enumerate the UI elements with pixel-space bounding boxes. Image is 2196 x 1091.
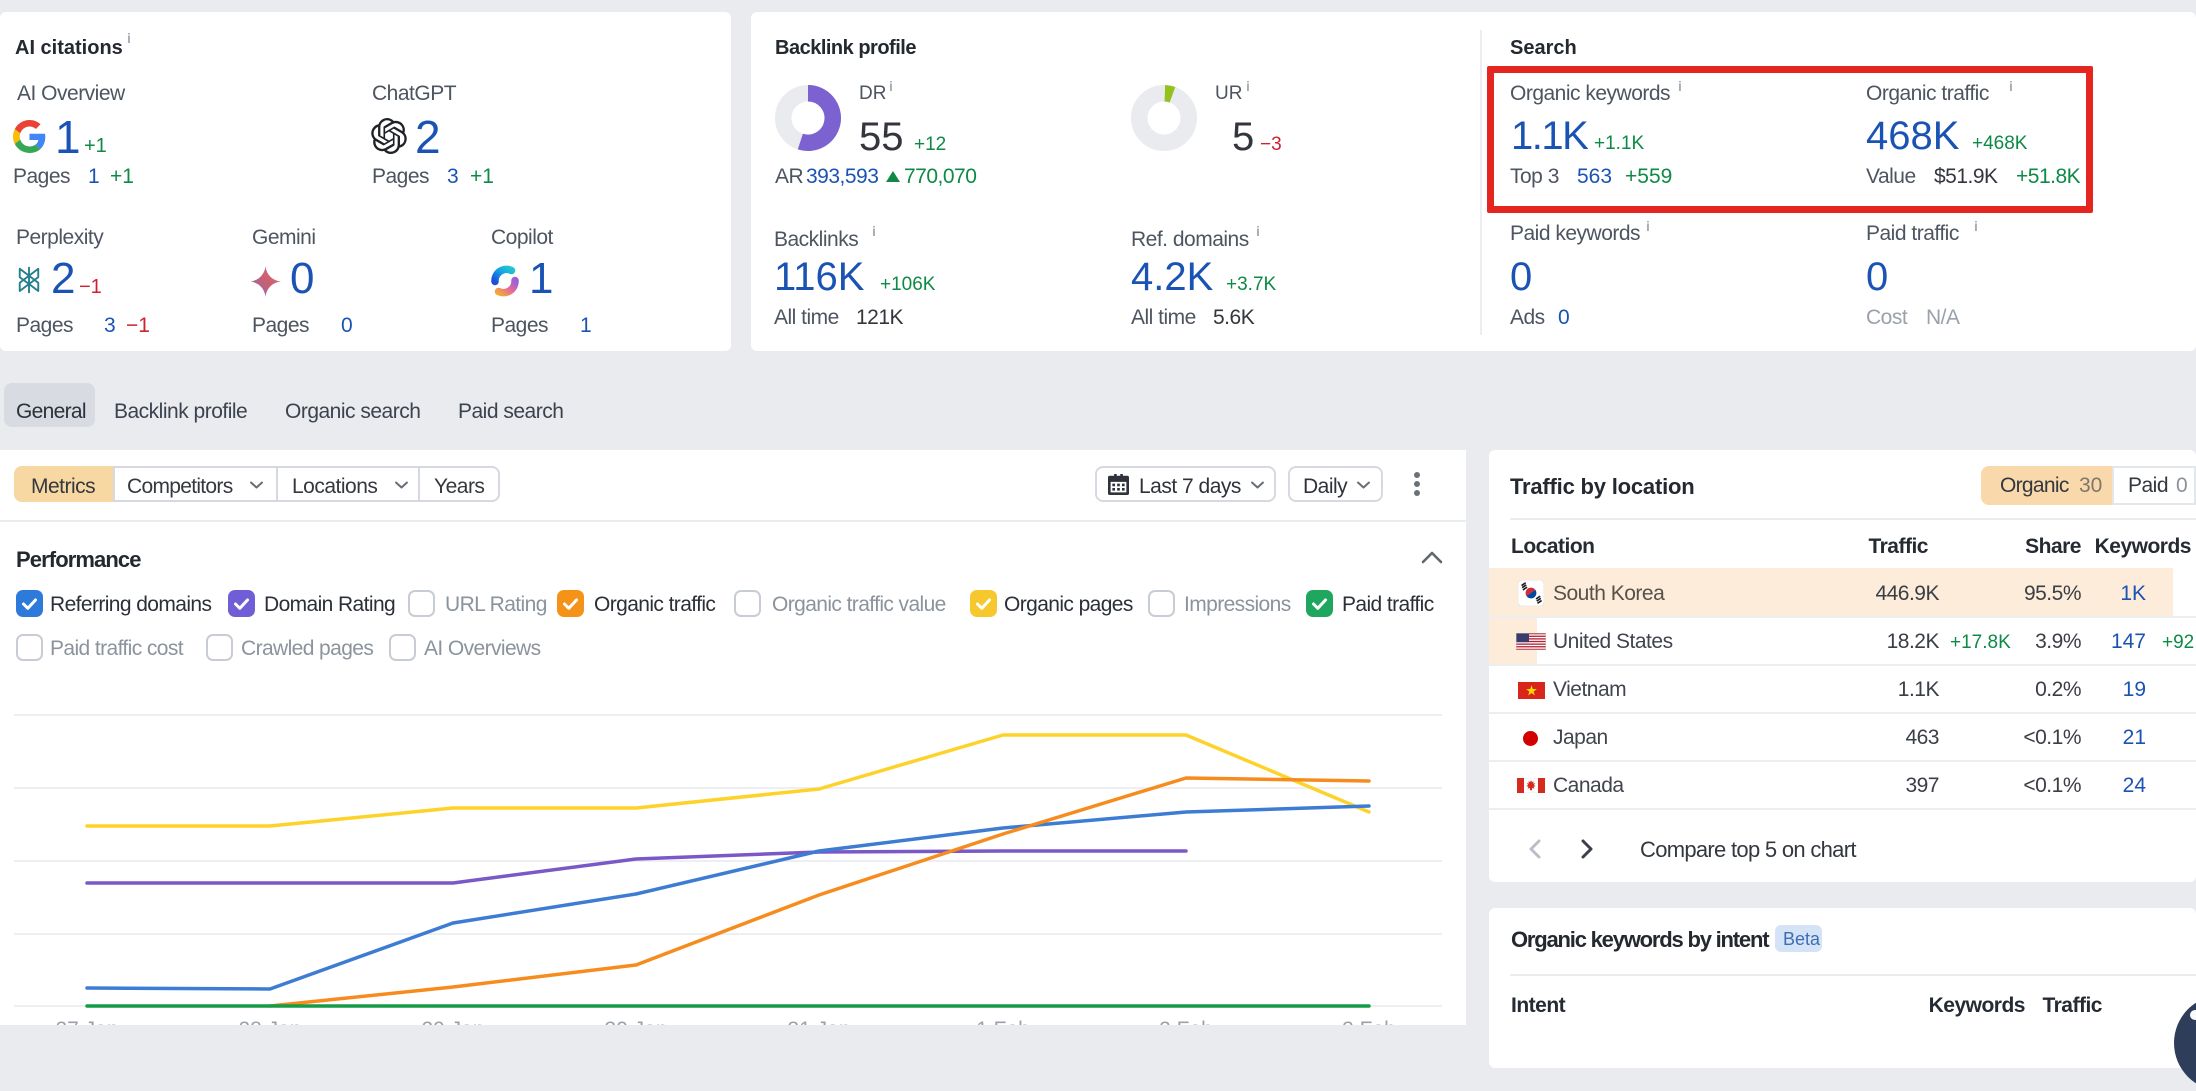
- svg-text:3 Feb: 3 Feb: [1342, 1018, 1396, 1025]
- svg-text:1 Feb: 1 Feb: [976, 1018, 1030, 1025]
- svg-text:28 Jan: 28 Jan: [238, 1018, 301, 1025]
- svg-text:27 Jan: 27 Jan: [55, 1018, 118, 1025]
- svg-text:30 Jan: 30 Jan: [604, 1018, 667, 1025]
- svg-text:29 Jan: 29 Jan: [421, 1018, 484, 1025]
- svg-text:2 Feb: 2 Feb: [1159, 1018, 1213, 1025]
- svg-text:31 Jan: 31 Jan: [787, 1018, 850, 1025]
